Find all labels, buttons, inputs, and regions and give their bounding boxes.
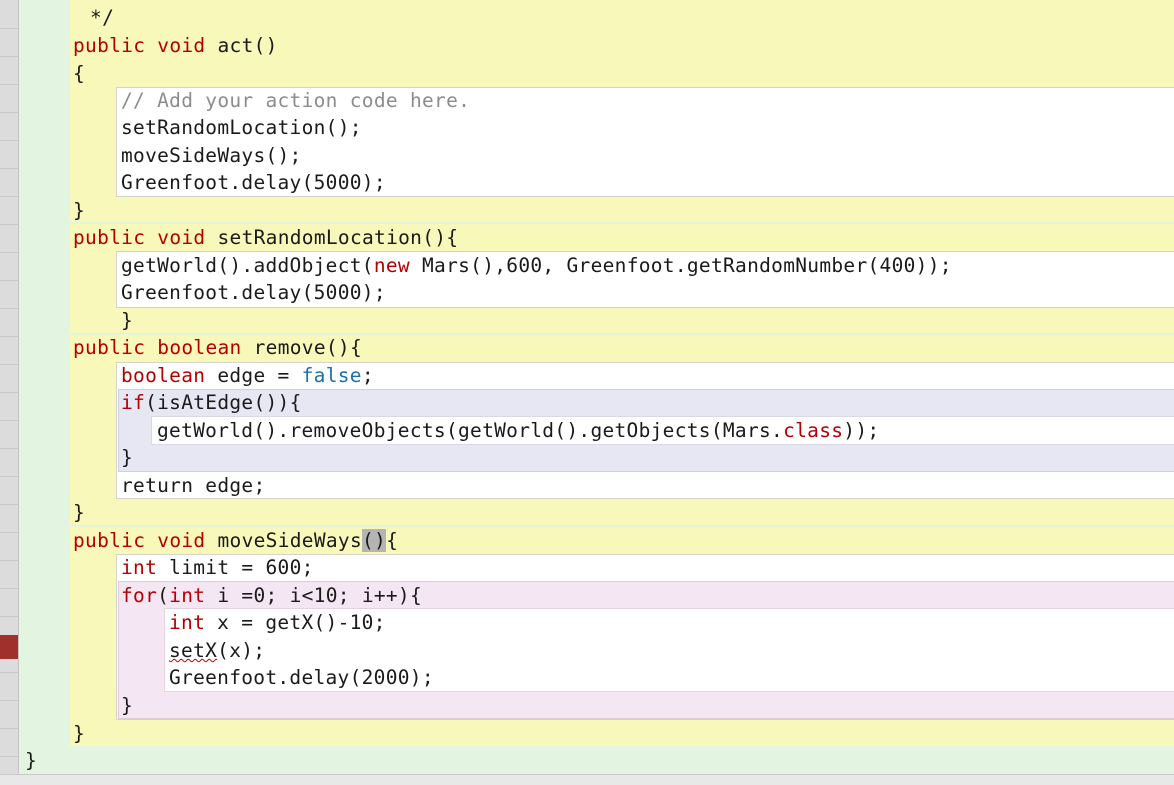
keyword: new bbox=[373, 254, 410, 277]
for-statement[interactable]: for(int i =0; i<10; i++){ bbox=[121, 582, 422, 609]
keyword: int bbox=[169, 584, 206, 607]
gutter-tick bbox=[0, 420, 18, 421]
remove-signature[interactable]: public boolean remove(){ bbox=[73, 334, 362, 361]
setRandomLocation-close-brace: } bbox=[121, 309, 134, 332]
code-text: x = getX()-10; bbox=[205, 611, 386, 634]
code-line[interactable]: setRandomLocation(); bbox=[121, 114, 362, 141]
code-text: Mars(),600, Greenfoot.getRandomNumber(40… bbox=[409, 254, 952, 277]
code-text: ; bbox=[361, 364, 374, 387]
code-line[interactable]: int x = getX()-10; bbox=[169, 609, 386, 636]
act-open-brace: { bbox=[73, 62, 86, 85]
setRandomLocation-signature[interactable]: public void setRandomLocation(){ bbox=[73, 224, 458, 251]
keyword: int bbox=[169, 611, 206, 634]
gutter-tick bbox=[0, 392, 18, 393]
gutter-tick bbox=[0, 140, 18, 141]
code-text: )); bbox=[843, 419, 880, 442]
gutter-tick bbox=[0, 224, 18, 225]
gutter-tick bbox=[0, 616, 18, 617]
code-text: ( bbox=[157, 584, 170, 607]
code-line[interactable]: Greenfoot.delay(5000); bbox=[121, 279, 386, 306]
code-line[interactable]: return edge; bbox=[121, 472, 265, 499]
moveSideWays-close-brace: } bbox=[73, 722, 86, 745]
gutter-tick bbox=[0, 532, 18, 533]
code-text: { bbox=[386, 529, 399, 552]
gutter-tick bbox=[0, 448, 18, 449]
keyword: public bbox=[73, 34, 146, 57]
keyword: void bbox=[157, 529, 206, 552]
keyword: public bbox=[73, 529, 146, 552]
literal: false bbox=[301, 364, 362, 387]
method-name: remove(){ bbox=[253, 336, 362, 359]
keyword: public bbox=[73, 226, 146, 249]
if-close-brace: } bbox=[121, 446, 134, 469]
gutter-tick bbox=[0, 364, 18, 365]
if-statement[interactable]: if(isAtEdge()){ bbox=[121, 389, 302, 416]
act-signature[interactable]: public void act() bbox=[73, 32, 278, 59]
gutter-tick bbox=[0, 672, 18, 673]
gutter-tick bbox=[0, 728, 18, 729]
code-text: (x); bbox=[217, 639, 266, 662]
keyword: boolean bbox=[157, 336, 242, 359]
gutter-tick bbox=[0, 504, 18, 505]
gutter-tick bbox=[0, 168, 18, 169]
gutter-tick bbox=[0, 112, 18, 113]
gutter-tick bbox=[0, 252, 18, 253]
keyword: class bbox=[783, 419, 844, 442]
code-comment[interactable]: // Add your action code here. bbox=[121, 87, 470, 114]
keyword: if bbox=[121, 391, 146, 414]
bracket-match-highlight: () bbox=[362, 529, 387, 552]
editor-bottom-bar bbox=[0, 774, 1174, 785]
code-text: getWorld().removeObjects(getWorld().getO… bbox=[157, 419, 784, 442]
code-text: getWorld().addObject( bbox=[121, 254, 374, 277]
keyword: public bbox=[73, 336, 146, 359]
class-close-brace: } bbox=[25, 749, 38, 772]
gutter-tick bbox=[0, 56, 18, 57]
code-line[interactable]: moveSideWays(); bbox=[121, 142, 302, 169]
keyword: boolean bbox=[121, 364, 206, 387]
gutter-tick bbox=[0, 560, 18, 561]
code-line[interactable]: Greenfoot.delay(2000); bbox=[169, 664, 434, 691]
comment-end: */ bbox=[78, 6, 115, 29]
method-name: setRandomLocation(){ bbox=[217, 226, 459, 249]
gutter-tick bbox=[0, 28, 18, 29]
code-text: i =0; i<10; i++){ bbox=[205, 584, 423, 607]
error-marker[interactable] bbox=[0, 635, 18, 659]
error-underline[interactable]: setX bbox=[169, 639, 217, 662]
moveSideWays-signature[interactable]: public void moveSideWays(){ bbox=[73, 527, 398, 554]
code-line[interactable]: getWorld().removeObjects(getWorld().getO… bbox=[157, 417, 879, 444]
gutter-tick bbox=[0, 476, 18, 477]
code-text: (isAtEdge()){ bbox=[145, 391, 302, 414]
keyword: for bbox=[121, 584, 158, 607]
method-name: moveSideWays bbox=[217, 529, 362, 552]
code-text: edge = bbox=[205, 364, 302, 387]
gutter-tick bbox=[0, 308, 18, 309]
code-line[interactable]: int limit = 600; bbox=[121, 554, 314, 581]
line-gutter[interactable] bbox=[0, 0, 19, 784]
gutter-tick bbox=[0, 588, 18, 589]
gutter-tick bbox=[0, 196, 18, 197]
keyword: void bbox=[157, 226, 206, 249]
gutter-tick bbox=[0, 700, 18, 701]
act-close-brace: } bbox=[73, 199, 86, 222]
code-line[interactable]: Greenfoot.delay(5000); bbox=[121, 169, 386, 196]
for-close-brace: } bbox=[121, 694, 134, 717]
remove-close-brace: } bbox=[73, 501, 86, 524]
gutter-tick bbox=[0, 280, 18, 281]
code-line[interactable]: setX(x); bbox=[169, 637, 265, 664]
code-text: limit = 600; bbox=[157, 556, 314, 579]
keyword: int bbox=[121, 556, 158, 579]
code-line[interactable]: getWorld().addObject(new Mars(),600, Gre… bbox=[121, 252, 952, 279]
gutter-tick bbox=[0, 84, 18, 85]
gutter-tick bbox=[0, 336, 18, 337]
method-name: act() bbox=[217, 34, 278, 57]
code-line[interactable]: boolean edge = false; bbox=[121, 362, 374, 389]
keyword: void bbox=[157, 34, 206, 57]
gutter-tick bbox=[0, 756, 18, 757]
